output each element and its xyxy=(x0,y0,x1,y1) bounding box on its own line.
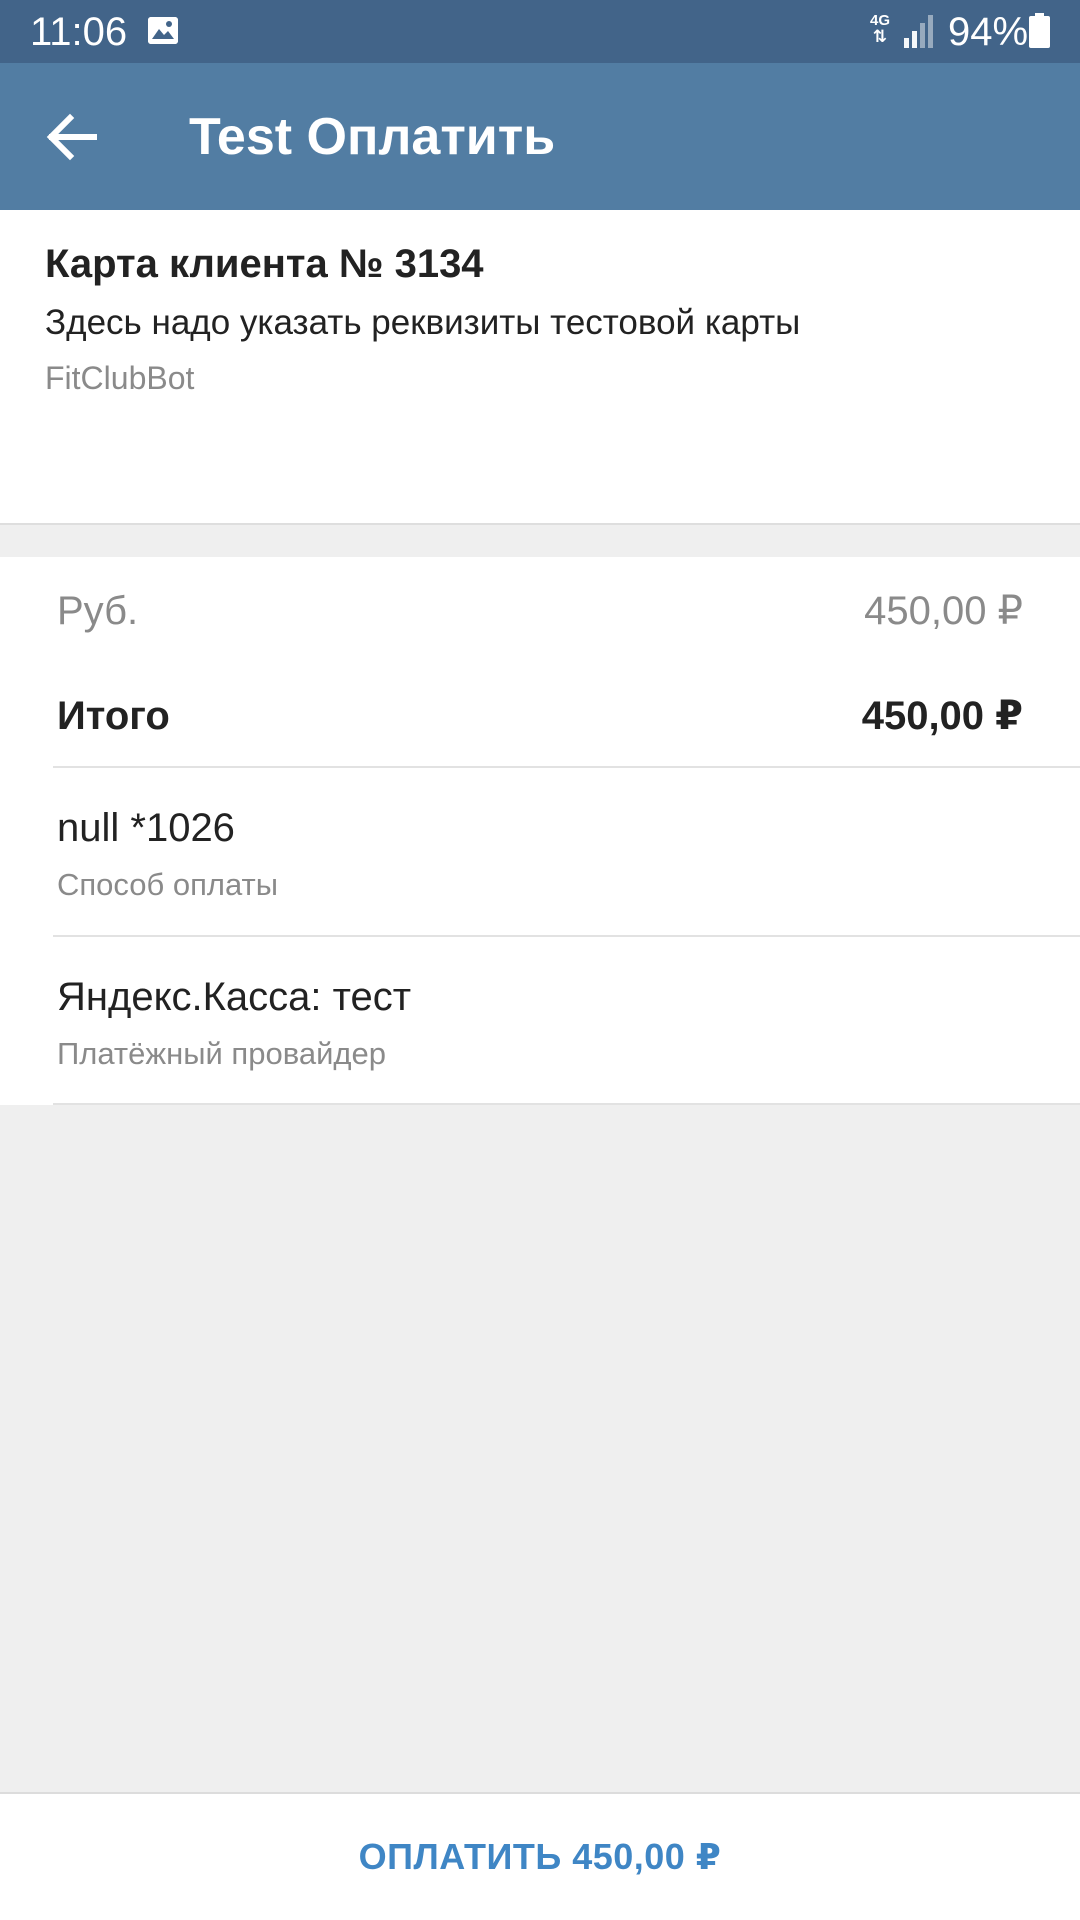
payment-method-row[interactable]: null *1026 Способ оплаты xyxy=(0,768,1080,936)
divider xyxy=(53,1103,1080,1105)
status-time: 11:06 xyxy=(30,10,128,54)
battery-icon xyxy=(1029,13,1050,48)
network-4g-icon: 4G ⇅ xyxy=(869,12,890,46)
total-value: 450,00 ₽ xyxy=(861,694,1023,738)
payment-method-value: null *1026 xyxy=(57,806,235,850)
pay-button[interactable]: ОПЛАТИТЬ 450,00 ₽ xyxy=(0,1794,1080,1920)
back-button[interactable] xyxy=(36,101,108,173)
invoice-header: Карта клиента № 3134 Здесь надо указать … xyxy=(0,210,1080,525)
toolbar: Test Оплатить xyxy=(0,63,1080,210)
invoice-description: Здесь надо указать реквизиты тестовой ка… xyxy=(45,303,801,342)
arrow-left-icon xyxy=(46,113,97,161)
gallery-icon xyxy=(148,17,178,44)
invoice-bot-name: FitClubBot xyxy=(45,360,195,396)
total-label: Итого xyxy=(57,694,170,738)
price-item-label: Руб. xyxy=(57,589,139,633)
page-title: Test Оплатить xyxy=(189,108,556,166)
checkout-details: Руб. 450,00 ₽ Итого 450,00 ₽ null *1026 … xyxy=(0,557,1080,1105)
pay-bar: ОПЛАТИТЬ 450,00 ₽ xyxy=(0,1792,1080,1920)
payment-provider-label: Платёжный провайдер xyxy=(57,1036,386,1071)
status-bar: 11:06 4G ⇅ 94% xyxy=(0,0,1080,63)
payment-provider-value: Яндекс.Касса: тест xyxy=(57,975,412,1019)
payment-provider-row: Яндекс.Касса: тест Платёжный провайдер xyxy=(0,937,1080,1105)
invoice-title: Карта клиента № 3134 xyxy=(45,242,484,286)
battery-percent: 94% xyxy=(948,10,1029,54)
signal-icon xyxy=(904,14,934,53)
price-item-value: 450,00 ₽ xyxy=(864,589,1023,633)
payment-method-label: Способ оплаты xyxy=(57,867,279,902)
